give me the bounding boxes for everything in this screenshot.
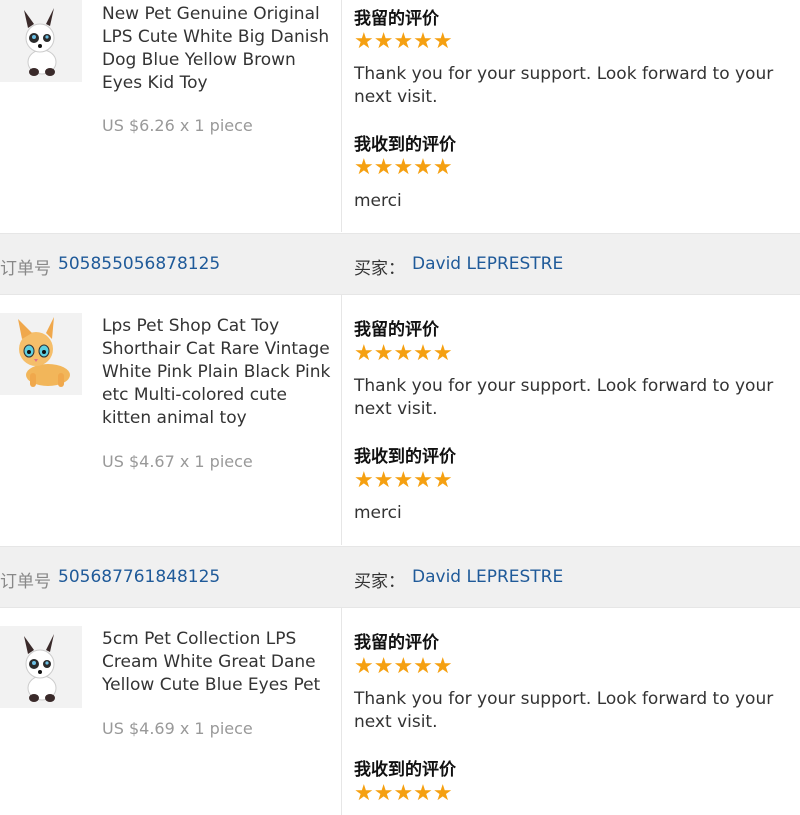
rating-stars: ★★★★★ <box>354 341 453 366</box>
rating-stars: ★★★★★ <box>354 155 453 180</box>
order-number-link[interactable]: 505687761848125 <box>58 567 220 587</box>
order-number-label: 订单号 <box>0 572 51 592</box>
received-review-heading: 我收到的评价 <box>354 135 456 155</box>
received-review-heading: 我收到的评价 <box>354 447 456 467</box>
order-number-link[interactable]: 505855056878125 <box>58 254 220 274</box>
product-title[interactable]: 5cm Pet Collection LPS Cream White Great… <box>102 628 334 697</box>
received-review-text: merci <box>354 503 402 523</box>
rating-stars: ★★★★★ <box>354 468 453 493</box>
feedback-list: New Pet Genuine Original LPS Cute White … <box>0 0 800 815</box>
buyer-label: 买家： <box>354 572 405 592</box>
order-number-label: 订单号 <box>0 259 51 279</box>
buyer-name-link[interactable]: David LEPRESTRE <box>412 567 563 587</box>
column-divider <box>341 0 342 232</box>
product-title[interactable]: Lps Pet Shop Cat Toy Shorthair Cat Rare … <box>102 315 334 430</box>
list-item: Lps Pet Shop Cat Toy Shorthair Cat Rare … <box>0 295 800 545</box>
dane-dog-toy-icon[interactable] <box>0 626 82 708</box>
given-review-heading: 我留的评价 <box>354 633 439 653</box>
given-review-text: Thank you for your support. Look forward… <box>354 689 774 732</box>
product-price: US $4.67 x 1 piece <box>102 452 253 471</box>
given-review-heading: 我留的评价 <box>354 9 439 29</box>
given-review-text: Thank you for your support. Look forward… <box>354 64 774 107</box>
rating-stars: ★★★★★ <box>354 654 453 679</box>
received-review-text: merci <box>354 191 402 211</box>
given-review-text: Thank you for your support. Look forward… <box>354 376 774 419</box>
product-title[interactable]: New Pet Genuine Original LPS Cute White … <box>102 3 334 95</box>
rating-stars: ★★★★★ <box>354 29 453 54</box>
orange-cat-toy-icon[interactable] <box>0 313 82 395</box>
product-price: US $6.26 x 1 piece <box>102 116 253 135</box>
list-item: New Pet Genuine Original LPS Cute White … <box>0 0 800 232</box>
column-divider <box>341 295 342 545</box>
buyer-name-link[interactable]: David LEPRESTRE <box>412 254 563 274</box>
buyer-label: 买家： <box>354 259 405 279</box>
dane-dog-toy-icon[interactable] <box>0 0 82 82</box>
product-price: US $4.69 x 1 piece <box>102 719 253 738</box>
rating-stars: ★★★★★ <box>354 781 453 806</box>
received-review-heading: 我收到的评价 <box>354 760 456 780</box>
list-item: 5cm Pet Collection LPS Cream White Great… <box>0 608 800 815</box>
given-review-heading: 我留的评价 <box>354 320 439 340</box>
order-header: 订单号 505855056878125 买家： David LEPRESTRE <box>0 233 800 295</box>
column-divider <box>341 608 342 815</box>
order-header: 订单号 505687761848125 买家： David LEPRESTRE <box>0 546 800 608</box>
